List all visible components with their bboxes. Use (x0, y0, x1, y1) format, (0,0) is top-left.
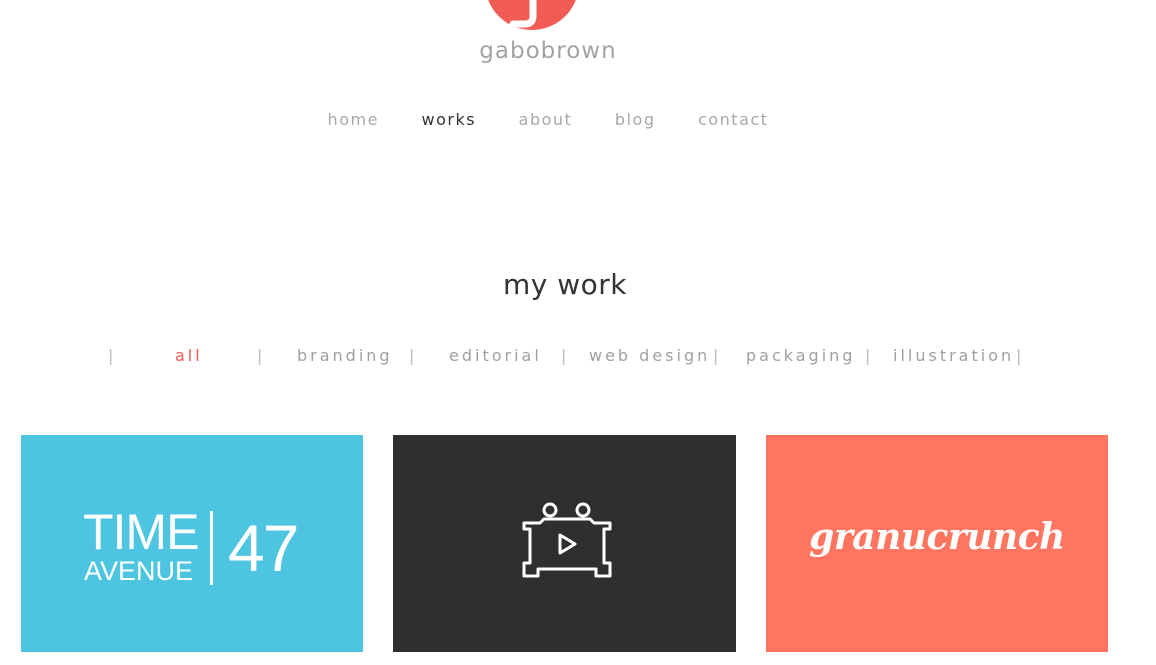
filter-web-design[interactable]: web design (589, 346, 710, 365)
filter-separator: | (865, 346, 871, 365)
granucrunch-logo: granucrunch (809, 516, 1065, 558)
filter-separator: | (257, 346, 263, 365)
page-title: my work (502, 268, 627, 301)
filter-separator: | (409, 346, 415, 365)
nav-works[interactable]: works (422, 110, 477, 129)
play-character-icon (522, 502, 612, 578)
filter-separator: | (561, 346, 567, 365)
work-tile-time-avenue-47[interactable]: TIME AVENUE 47 (21, 435, 363, 652)
filter-illustration[interactable]: illustration (893, 346, 1014, 365)
logo-divider (210, 511, 213, 585)
main-nav: home works about blog contact (0, 110, 1096, 129)
work-filters: | all | branding | editorial | web desig… (0, 346, 1156, 372)
work-tile-video-character[interactable] (393, 435, 736, 652)
logo-mark[interactable] (485, 0, 579, 30)
brand-name[interactable]: gabobrown (0, 38, 1096, 64)
logo-line-avenue: AVENUE (84, 556, 194, 586)
logo-line-time: TIME (83, 504, 199, 560)
filter-all[interactable]: all (175, 346, 203, 365)
work-tile-granucrunch[interactable]: granucrunch (766, 435, 1108, 652)
nav-home[interactable]: home (328, 110, 379, 129)
nav-blog[interactable]: blog (615, 110, 656, 129)
filter-packaging[interactable]: packaging (746, 346, 855, 365)
nav-about[interactable]: about (519, 110, 573, 129)
filter-separator: | (713, 346, 719, 365)
filter-separator: | (1016, 346, 1022, 365)
filter-separator: | (108, 346, 114, 365)
nav-contact[interactable]: contact (698, 110, 768, 129)
filter-editorial[interactable]: editorial (449, 346, 542, 365)
page: gabobrown home works about blog contact … (0, 0, 1156, 665)
logo-g-icon (509, 0, 537, 28)
filter-branding[interactable]: branding (297, 346, 393, 365)
logo-number: 47 (228, 511, 299, 585)
